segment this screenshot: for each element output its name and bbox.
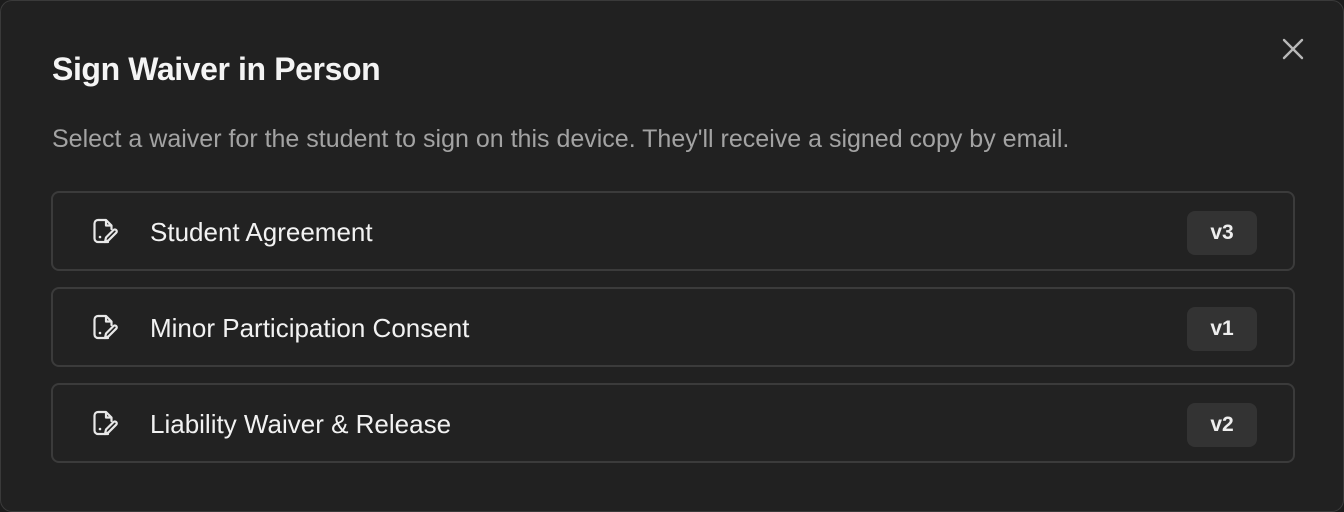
waiver-name: Liability Waiver & Release — [150, 409, 452, 439]
version-badge: v1 — [1187, 307, 1257, 351]
waiver-list: Student Agreement v3 Minor Participation… — [51, 191, 1295, 479]
version-badge: v2 — [1187, 403, 1257, 447]
waiver-option-minor-participation-consent[interactable]: Minor Participation Consent v1 — [51, 287, 1295, 367]
dialog-description: Select a waiver for the student to sign … — [52, 125, 1070, 153]
document-signature-icon — [93, 218, 118, 244]
document-signature-icon — [93, 410, 118, 436]
waiver-name: Student Agreement — [150, 217, 373, 247]
sign-waiver-dialog: Sign Waiver in Person Select a waiver fo… — [0, 0, 1344, 512]
close-button[interactable] — [1277, 33, 1309, 65]
document-signature-icon — [93, 314, 118, 340]
close-icon — [1282, 38, 1304, 60]
dialog-title: Sign Waiver in Person — [52, 51, 381, 87]
waiver-option-liability-waiver-release[interactable]: Liability Waiver & Release v2 — [51, 383, 1295, 463]
waiver-option-student-agreement[interactable]: Student Agreement v3 — [51, 191, 1295, 271]
version-badge: v3 — [1187, 211, 1257, 255]
waiver-name: Minor Participation Consent — [150, 313, 470, 343]
